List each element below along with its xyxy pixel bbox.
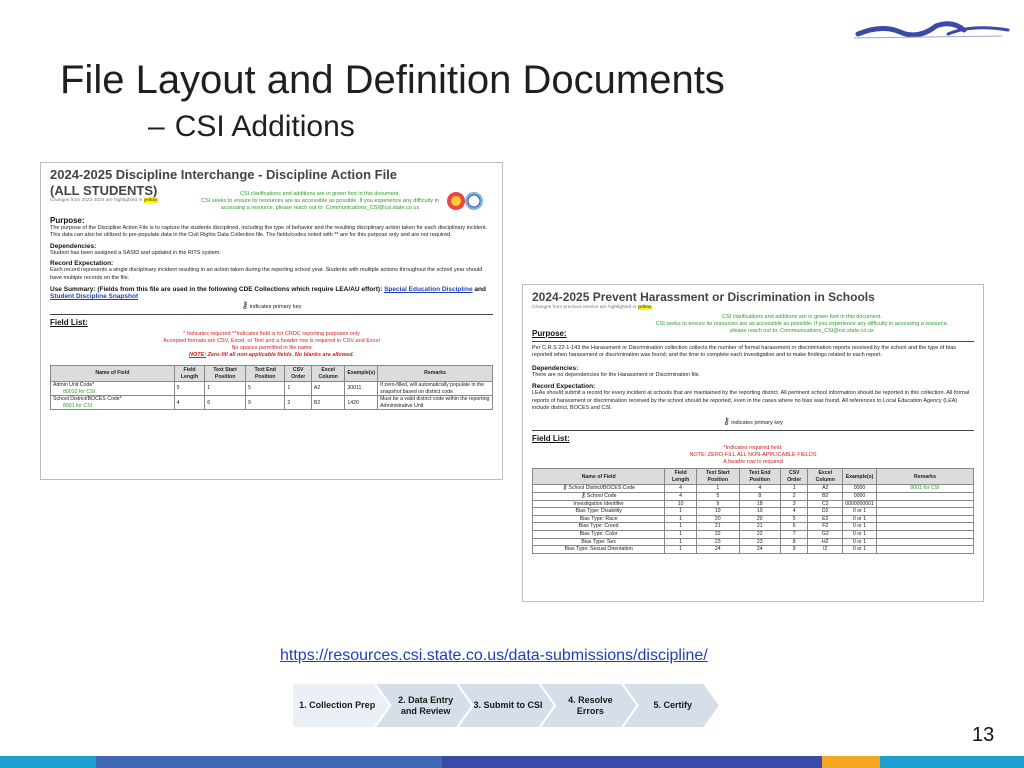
slide-subtitle: – CSI Additions bbox=[148, 110, 355, 144]
student-discipline-snapshot-link[interactable]: Student Discipline Snapshot bbox=[50, 293, 138, 300]
doc2-field-list-heading: Field List: bbox=[532, 434, 570, 444]
doc1-use-summary: Use Summary: (Fields from this file are … bbox=[50, 286, 486, 301]
doc2-fl-note-3: A header row is required bbox=[723, 459, 783, 466]
doc2-dependencies-heading: Dependencies: bbox=[532, 364, 579, 372]
table-header: Field Length bbox=[664, 468, 697, 486]
doc2-dependencies-text: There are no dependencies for the Harass… bbox=[532, 371, 701, 378]
doc1-subtitle: (ALL STUDENTS) bbox=[50, 183, 158, 198]
table-row: Bias Type: Creed 1 21 21 6 F2 0 or 1 bbox=[531, 522, 975, 531]
csi-logo-icon bbox=[853, 21, 1010, 39]
doc2-purpose-heading: Purpose: bbox=[532, 329, 567, 338]
doc2-record-heading: Record Expectation: bbox=[532, 383, 596, 391]
bottom-bar-segment bbox=[880, 756, 1024, 768]
doc1-fl-note-1: * Indicates required **Indicates field i… bbox=[183, 331, 360, 338]
doc1-dependencies-text: Student has been assigned a SASID and up… bbox=[50, 249, 221, 256]
doc2-changes-note: Changes from previous version are highli… bbox=[532, 305, 653, 310]
slide-title: File Layout and Definition Documents bbox=[60, 58, 725, 102]
doc1-changes-note: Changes from 2023-2024 are highlighted i… bbox=[50, 198, 159, 203]
primary-key-icon: ⚷ bbox=[580, 492, 586, 500]
table-row: Admin Unit Code* 80010 for CSI 5 1 5 1 A2… bbox=[50, 381, 493, 397]
table-row: Bias Type: Color 1 22 22 7 G2 0 or 1 bbox=[531, 530, 975, 539]
doc1-pk-legend: ⚷ indicates primary key bbox=[241, 300, 302, 311]
table-header: CSV Order bbox=[284, 365, 312, 383]
doc1-field-list-heading: Field List: bbox=[50, 318, 88, 328]
table-row: Investigation Identifier 10 9 18 3 C2 00000000… bbox=[531, 499, 975, 509]
collection-process-steps: 1. Collection Prep 2. Data Entry and Revi… bbox=[292, 683, 720, 728]
discipline-action-file-doc: 2024-2025 Discipline Interchange - Disci… bbox=[40, 162, 503, 480]
subtitle-text: CSI Additions bbox=[174, 110, 355, 143]
table-header: Excel Column bbox=[807, 468, 844, 486]
doc2-csi-note-2: CSI seeks to ensure its resources are as… bbox=[655, 321, 949, 334]
page-number: 13 bbox=[972, 724, 995, 746]
table-header: Text Start Position bbox=[695, 468, 740, 486]
table-row: School District/BOCES Code* 8001 for CSI … bbox=[50, 395, 493, 411]
doc2-record-text: LEAs should submit a record for every in… bbox=[532, 390, 970, 412]
table-header: Excel Column bbox=[310, 365, 346, 383]
table-header: Field Length bbox=[173, 365, 206, 383]
table-header: CSV Order bbox=[779, 468, 809, 486]
doc1-csi-note-2: CSI seeks to ensure its resources are as… bbox=[201, 198, 439, 211]
table-header: Remarks bbox=[377, 365, 493, 383]
subtitle-dash: – bbox=[148, 110, 165, 143]
table-row: Bias Type: Sexual Orientation 1 24 24 9 I2 0 o… bbox=[531, 545, 975, 554]
discipline-resources-link[interactable]: https://resources.csi.state.co.us/data-s… bbox=[280, 647, 708, 665]
doc1-purpose-heading: Purpose: bbox=[50, 216, 85, 225]
special-education-discipline-link[interactable]: Special Education Discipline bbox=[384, 286, 473, 293]
doc2-purpose-text: Per C.R.S 22-1-143 the Harassment or Dis… bbox=[532, 345, 956, 359]
process-step-label: 5. Certify bbox=[653, 700, 693, 710]
doc1-csi-note-1: CSI clarifications and additions are in … bbox=[240, 191, 400, 197]
table-header: Text End Position bbox=[738, 468, 781, 486]
doc2-title: 2024-2025 Prevent Harassment or Discrimi… bbox=[532, 290, 875, 304]
bottom-bar-segment bbox=[442, 756, 822, 768]
doc1-fl-note-4: NOTE: Zero-fill all non-applicable field… bbox=[188, 352, 355, 359]
doc1-dependencies-heading: Dependencies: bbox=[50, 242, 97, 250]
table-header: Text End Position bbox=[244, 365, 286, 383]
doc1-title: 2024-2025 Discipline Interchange - Disci… bbox=[50, 167, 398, 182]
doc1-fl-note-3: No spaces permitted in file name bbox=[231, 345, 312, 352]
table-header: Name of Field bbox=[50, 365, 175, 383]
table-row: Bias Type: Race 1 20 20 5 E2 0 or 1 bbox=[531, 514, 975, 524]
primary-key-icon: ⚷ bbox=[241, 300, 249, 311]
process-step-label: 4. Resolve Errors bbox=[568, 694, 613, 716]
table-header: Example(s) bbox=[344, 365, 379, 383]
state-seal-icon bbox=[447, 192, 483, 210]
table-row: ⚷School Code 4 5 8 2 B2 0000 bbox=[531, 492, 975, 501]
doc1-record-text: Each record represents a single discipli… bbox=[50, 267, 483, 281]
doc2-table-body: ⚷School District/BOCES Code 4 1 4 1 A2 0000 800… bbox=[531, 484, 975, 554]
doc1-fl-note-2: Accepted formats are CSV, Excel, or Text… bbox=[163, 338, 380, 345]
doc2-pk-legend: ⚷ indicates primary key bbox=[723, 416, 783, 427]
bottom-bar-segment bbox=[96, 756, 442, 768]
primary-key-icon: ⚷ bbox=[723, 416, 730, 427]
doc2-field-table: Name of Field Field Length Text Start Po… bbox=[531, 468, 975, 554]
doc2-csi-note-1: CSI clarifications and additions are in … bbox=[722, 314, 882, 320]
doc1-purpose-text: The purpose of the Discipline Action Fil… bbox=[50, 225, 488, 239]
bottom-color-bar bbox=[0, 756, 1024, 768]
table-header: Example(s) bbox=[842, 468, 877, 486]
process-step-label: 3. Submit to CSI bbox=[473, 700, 543, 710]
table-header: Text Start Position bbox=[204, 365, 246, 383]
table-header: Name of Field bbox=[531, 468, 666, 486]
process-step-label: 1. Collection Prep bbox=[299, 700, 376, 710]
doc1-field-table: Name of Field Field Length Text Start Po… bbox=[50, 365, 493, 411]
harassment-discrimination-doc: 2024-2025 Prevent Harassment or Discrimi… bbox=[522, 284, 984, 602]
doc2-fl-note-2: NOTE: ZERO-FILL ALL NON-APPLICABLE FIELD… bbox=[689, 452, 817, 459]
doc1-record-heading: Record Expectation: bbox=[50, 260, 114, 268]
primary-key-icon: ⚷ bbox=[562, 484, 568, 492]
bottom-bar-segment bbox=[0, 756, 96, 768]
process-step-label: 2. Data Entry and Review bbox=[398, 694, 454, 716]
table-row: Bias Type: Disability 1 19 19 4 D2 0 or 1 bbox=[531, 507, 975, 516]
doc2-fl-note-1: *Indicates required field. bbox=[723, 445, 783, 452]
table-row: Bias Type: Sex 1 23 23 8 H2 0 or 1 bbox=[531, 537, 975, 547]
bottom-bar-segment bbox=[822, 756, 880, 768]
table-row: ⚷School District/BOCES Code 4 1 4 1 A2 0000 800… bbox=[531, 484, 975, 494]
table-header: Remarks bbox=[875, 468, 975, 486]
